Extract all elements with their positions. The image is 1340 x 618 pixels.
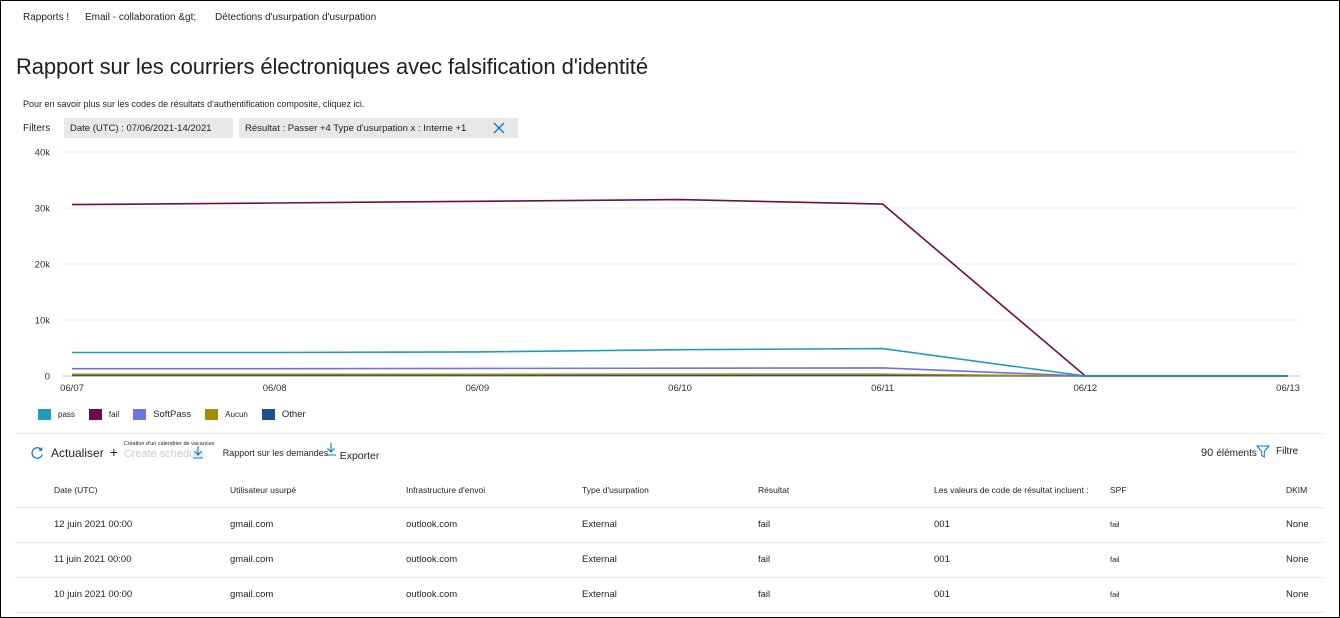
item-count-number: 90 [1201,447,1214,459]
filter-button[interactable]: Filtre [1256,445,1298,458]
download-icon [325,443,336,456]
breadcrumb-item-spoof-detections: Détections d'usurpation d'usurpation [215,12,377,23]
x-tick-label: 06/11 [871,383,894,394]
result-filter-label: Résultat : Passer +4 Type d'usurpation x… [245,122,467,134]
cell-spoofed-user: gmail.com [230,541,406,577]
x-tick-label: 06/10 [668,383,692,394]
legend-label: Aucun [225,410,248,419]
table-row[interactable]: 11 juin 2021 00:00 gmail.com outlook.com… [15,541,1325,577]
create-schedule-button[interactable]: + Création d'un calendrier de vacances C… [109,441,220,463]
filter-label: Filtre [1276,446,1299,457]
download-icon [192,446,203,459]
x-tick-label: 06/09 [465,383,489,394]
cell-spf: fail [1110,576,1286,613]
cell-spf: fail [1110,506,1286,542]
column-header-result[interactable]: Résultat [758,474,934,507]
refresh-label: Actualiser [51,446,104,460]
legend-swatch [205,409,219,420]
cell-result-code: 001 [934,541,1110,577]
breadcrumb-item-email-collaboration[interactable]: Email - collaboration &gt; [85,12,215,23]
x-tick-label: 06/08 [263,383,287,394]
y-tick-label: 20k [35,260,51,271]
cell-sending-infrastructure: outlook.com [406,576,582,613]
legend-item-softpass[interactable]: SoftPass [133,409,191,420]
breadcrumb: Rapports ! Email - collaboration &gt; Dé… [23,12,376,23]
toolbar: Actualiser + Création d'un calendrier de… [30,441,380,463]
request-report-label: Rapport sur les demandes [222,448,329,458]
cell-spoof-type: External [582,576,758,613]
y-tick-label: 0 [45,372,50,383]
legend-swatch [261,409,275,420]
cell-sending-infrastructure: outlook.com [406,506,582,542]
plus-icon: + [109,444,118,460]
legend-item-fail[interactable]: fail [88,409,120,420]
x-tick-label: 06/12 [1073,383,1097,394]
filters-row: Filters Date (UTC) : 07/06/2021-14/2021 … [23,118,518,138]
legend-item-aucun[interactable]: Aucun [205,409,248,420]
cell-result: fail [758,506,934,542]
result-filter-chip[interactable]: Résultat : Passer +4 Type d'usurpation x… [239,118,518,138]
filter-icon [1256,445,1270,458]
cell-date: 10 juin 2021 00:00 [15,576,230,613]
cell-sending-infrastructure: outlook.com [406,541,582,577]
cell-result: fail [758,541,934,577]
legend-swatch [38,409,51,420]
y-tick-label: 40k [35,148,51,159]
cell-dkim: None [1286,541,1325,577]
legend-label: SoftPass [153,409,192,420]
series-line-pass[interactable] [72,347,1288,377]
close-icon[interactable] [492,121,506,135]
cell-spf: fail [1110,541,1286,577]
date-filter-label: Date (UTC) : 07/06/2021-14/2021 [70,122,212,134]
legend-item-other[interactable]: Other [261,409,306,420]
page-title: Rapport sur les courriers électroniques … [16,54,648,79]
cell-result-code: 001 [934,576,1110,613]
column-header-spoof-type[interactable]: Type d'usurpation [582,474,758,507]
date-filter-chip[interactable]: Date (UTC) : 07/06/2021-14/2021 [64,118,233,138]
legend-item-pass[interactable]: pass [38,409,75,420]
export-button[interactable]: Exporter [340,450,380,462]
cell-spoofed-user: gmail.com [230,576,406,613]
legend-swatch [133,409,147,420]
export-label: Exporter [339,450,380,462]
column-header-date[interactable]: Date (UTC) [15,474,230,507]
cell-spoofed-user: gmail.com [230,506,406,542]
refresh-icon [31,447,43,459]
column-header-spf[interactable]: SPF [1110,474,1286,507]
table-header-row: Date (UTC) Utilisateur usurpé Infrastruc… [15,474,1325,507]
info-link[interactable]: Pour en savoir plus sur les codes de rés… [23,99,364,109]
y-tick-label: 30k [35,204,51,215]
x-tick-label: 06/13 [1276,383,1300,394]
cell-dkim: None [1286,506,1325,542]
cell-result: fail [758,576,934,613]
line-chart: 0 10k 20k 30k 40k 06/07 06/08 06/09 06/10 06/11 06… [35,148,1300,394]
request-report-button[interactable]: Rapport sur les demandes [222,443,336,458]
legend-label: fail [108,410,120,419]
table-row[interactable]: 12 juin 2021 00:00 gmail.com outlook.com… [15,506,1325,542]
refresh-button[interactable]: Actualiser [30,446,104,460]
results-table: Date (UTC) Utilisateur usurpé Infrastruc… [15,474,1325,613]
legend-label: Other [281,409,306,420]
x-tick-label: 06/07 [60,383,84,394]
legend-label: pass [58,410,75,419]
cell-spoof-type: External [582,541,758,577]
chart-legend: pass fail SoftPass Aucun Other [38,409,320,420]
column-header-sending-infrastructure[interactable]: Infrastructure d'envoi [406,474,582,507]
column-header-dkim[interactable]: DKIM [1286,474,1325,507]
legend-swatch [88,409,102,420]
item-count: 90 éléments [1201,447,1257,459]
breadcrumb-item-reports[interactable]: Rapports ! [23,12,85,23]
cell-spoof-type: External [582,506,758,542]
cell-date: 12 juin 2021 00:00 [15,506,230,542]
divider [15,433,1325,434]
cell-result-code: 001 [934,506,1110,542]
table-row[interactable]: 10 juin 2021 00:00 gmail.com outlook.com… [15,576,1325,613]
filters-label: Filters [23,122,51,134]
column-header-result-codes[interactable]: Les valeurs de code de résultat incluent… [934,474,1110,507]
y-tick-label: 10k [35,316,51,327]
cell-date: 11 juin 2021 00:00 [15,541,230,577]
column-header-spoofed-user[interactable]: Utilisateur usurpé [230,474,406,507]
item-count-label: éléments [1216,448,1257,459]
cell-dkim: None [1286,576,1325,613]
